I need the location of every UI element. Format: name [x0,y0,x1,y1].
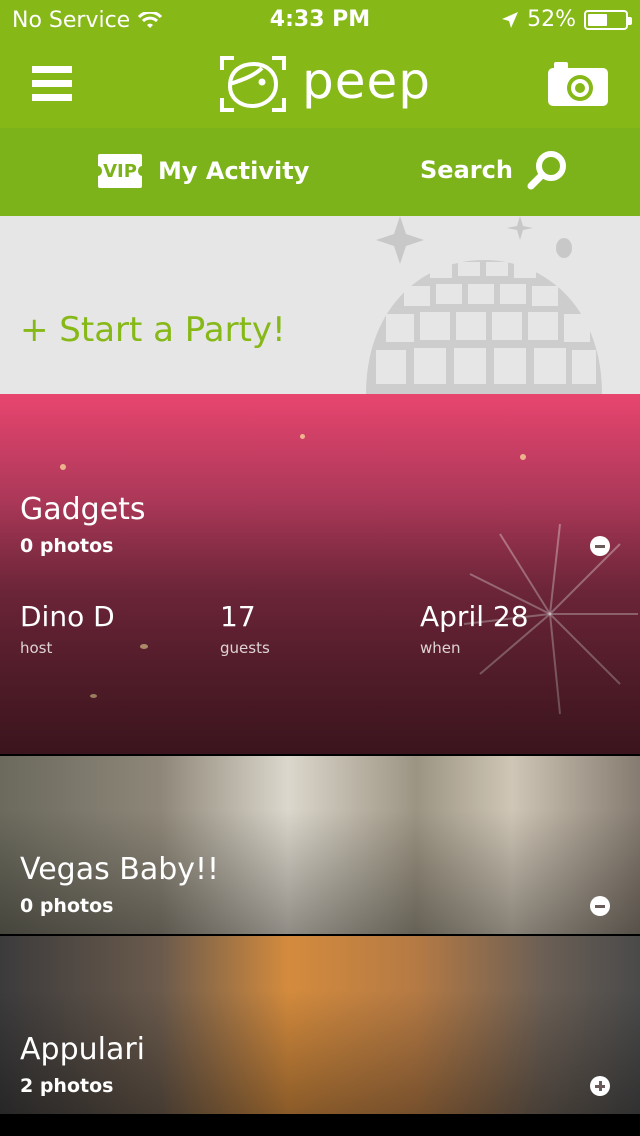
location-arrow-icon [502,11,519,28]
battery-icon [584,9,632,30]
search-icon [527,151,566,190]
minus-bar [595,904,605,908]
my-activity-label: My Activity [158,157,310,185]
camera-icon[interactable] [548,62,608,106]
when-value: April 28 [420,600,529,633]
disco-ball-icon [366,216,602,394]
battery-percent: 52% [527,7,576,32]
photo-count: 2 photos [20,1075,114,1097]
plus-bar-vertical [598,1081,602,1091]
peep-logo-icon [220,56,286,112]
minus-icon[interactable] [590,896,610,916]
host-value: Dino D [20,600,115,633]
status-right: 52% [501,7,632,32]
my-activity-button[interactable]: VIP My Activity [94,154,310,188]
when-label: when [420,639,461,657]
status-bar: No Service 4:33 PM 52% [0,0,640,40]
minus-icon[interactable] [590,536,610,556]
sub-nav: VIP My Activity Search [0,128,640,216]
start-party-label: + Start a Party! [20,310,286,350]
menu-bar [32,80,72,87]
vip-ticket-icon: VIP [94,154,146,188]
minus-bar [595,544,605,548]
party-card-vegas-baby[interactable]: Vegas Baby!! 0 photos [0,756,640,934]
app-logo: peep [220,52,431,112]
battery-level [588,13,607,26]
app-header: peep [0,40,640,128]
guests-stat: 17 guests [220,600,270,657]
party-title: Appulari [20,1032,146,1067]
start-party-button[interactable]: + Start a Party! [0,216,640,394]
host-label: host [20,639,53,657]
search-button[interactable]: Search [420,150,567,190]
app-name: peep [302,52,431,110]
menu-bar [32,94,72,101]
when-stat: April 28 when [420,600,529,657]
guests-label: guests [220,639,270,657]
menu-button[interactable] [32,66,72,106]
search-label: Search [420,156,513,184]
host-stat: Dino D host [20,600,115,657]
party-title: Gadgets [20,492,146,527]
menu-bar [32,66,72,73]
party-card-gadgets[interactable]: Gadgets 0 photos Dino D host 17 guests A… [0,394,640,754]
guests-value: 17 [220,600,256,633]
photo-count: 0 photos [20,895,114,917]
photo-count: 0 photos [20,535,114,557]
party-card-appulari[interactable]: Appulari 2 photos [0,936,640,1114]
plus-icon[interactable] [590,1076,610,1096]
party-title: Vegas Baby!! [20,852,220,887]
card-overlay [0,394,640,754]
